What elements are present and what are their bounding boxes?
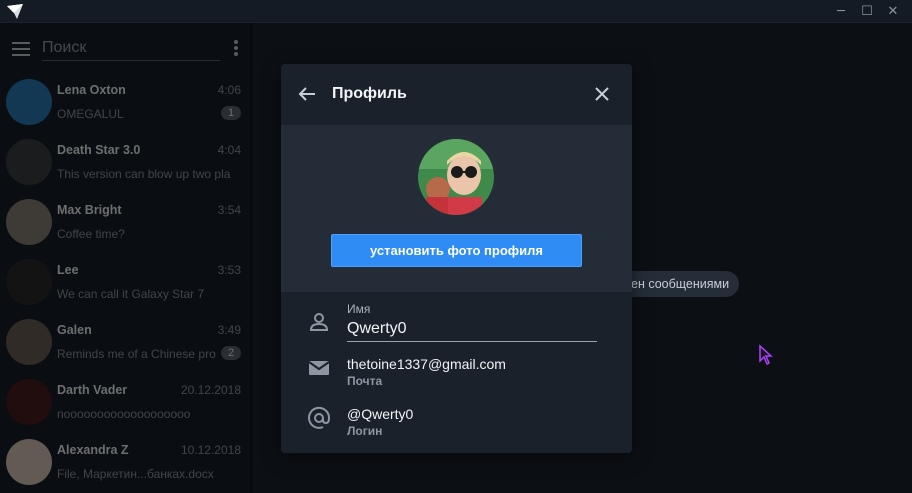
close-icon[interactable] <box>592 84 612 104</box>
email-value: thetoine1337@gmail.com <box>347 356 506 372</box>
email-label: Почта <box>347 374 383 388</box>
title-bar: ─ ☐ ✕ <box>0 0 912 23</box>
close-window-button[interactable]: ✕ <box>881 0 905 23</box>
login-label: Логин <box>347 424 383 438</box>
mouse-cursor-icon <box>759 344 773 366</box>
person-icon <box>309 313 329 331</box>
at-sign-icon <box>308 406 331 429</box>
profile-photo-section: установить фото профиля <box>281 125 632 292</box>
maximize-button[interactable]: ☐ <box>855 0 879 23</box>
login-value: @Qwerty0 <box>347 406 414 422</box>
set-profile-photo-button[interactable]: установить фото профиля <box>331 234 582 267</box>
profile-avatar[interactable] <box>418 139 494 215</box>
profile-photo-icon <box>418 139 494 215</box>
name-field[interactable] <box>347 316 597 342</box>
minimize-button[interactable]: ─ <box>829 0 853 23</box>
dialog-title: Профиль <box>332 85 407 102</box>
telegram-window: ─ ☐ ✕ Lena Oxton4:06OMEGALUL1Death Star … <box>0 0 912 493</box>
name-field-label: Имя <box>347 302 371 316</box>
mail-icon <box>308 361 330 375</box>
service-message: ен сообщениями <box>615 271 739 297</box>
paper-plane-logo-icon <box>7 4 23 19</box>
dialog-header: Профиль <box>281 64 632 125</box>
back-arrow-icon[interactable] <box>297 84 317 104</box>
profile-dialog: Профиль установить фото профиля Имя Qwer… <box>281 64 632 453</box>
